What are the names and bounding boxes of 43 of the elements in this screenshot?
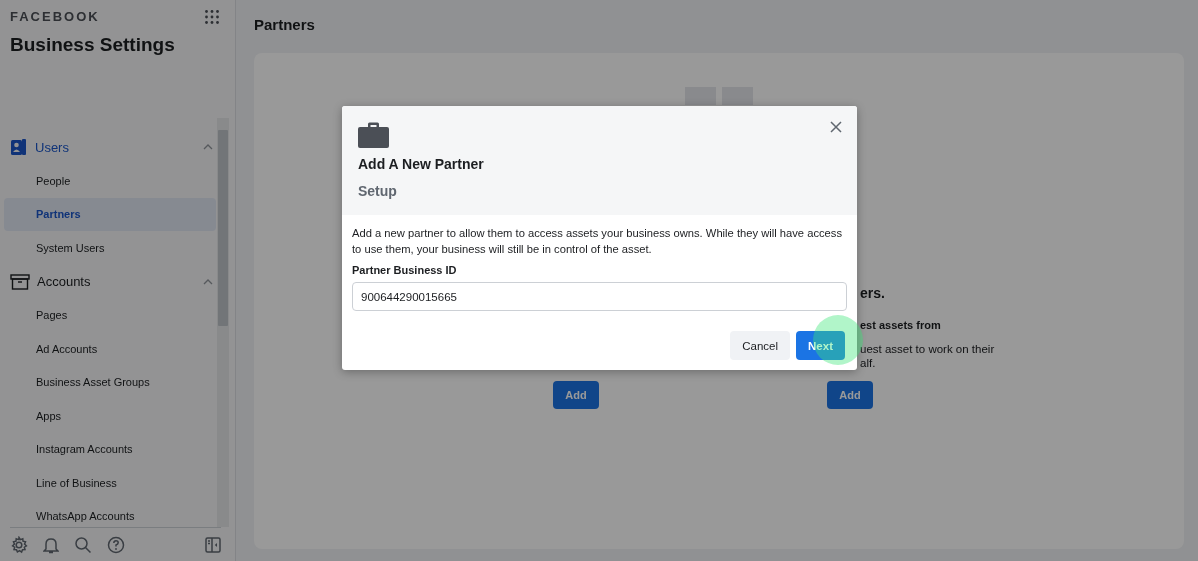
app-title: Business Settings — [10, 34, 176, 56]
nav-item[interactable]: Instagram Accounts — [4, 432, 216, 466]
section-heading: ers. — [860, 285, 886, 301]
dialog-subtitle: Setup — [358, 183, 398, 199]
partner-id-field[interactable]: 900644290015665 — [352, 282, 847, 311]
chevron-up-icon[interactable] — [203, 144, 213, 150]
nav-section-header[interactable]: Users — [4, 130, 217, 164]
app-grid-icon[interactable] — [205, 9, 219, 24]
nav-item[interactable]: System Users — [4, 231, 216, 265]
nav-item[interactable]: Pages — [4, 298, 216, 332]
bell-icon[interactable] — [43, 535, 59, 554]
scrollbar-thumb[interactable] — [218, 130, 228, 326]
archive-box-icon — [10, 273, 30, 290]
panel-toggle-icon[interactable] — [205, 536, 221, 553]
nav-item[interactable]: WhatsApp Accounts — [4, 499, 216, 527]
section-subheading: est assets from — [860, 319, 942, 331]
add-button[interactable]: Add — [827, 381, 873, 409]
nav-item[interactable]: Ad Accounts — [4, 332, 216, 366]
nav-section-header[interactable]: Accounts — [4, 264, 217, 299]
description-text: alf. — [860, 357, 877, 369]
dialog-title: Add A New Partner — [358, 156, 485, 172]
chevron-up-icon[interactable] — [203, 278, 213, 285]
nav-item[interactable]: Line of Business — [4, 466, 216, 500]
description-text: uest asset to work on their — [860, 343, 996, 355]
brand-logo: FACEBOOK — [10, 9, 100, 24]
nav-item[interactable]: Apps — [4, 399, 216, 433]
briefcase-icon — [358, 122, 389, 148]
close-button[interactable] — [829, 120, 843, 134]
add-button[interactable]: Add — [553, 381, 599, 409]
settings-icon[interactable] — [10, 535, 28, 554]
nav-item[interactable]: Business Asset Groups — [4, 365, 216, 399]
people-icon — [10, 138, 28, 156]
search-icon[interactable] — [74, 535, 92, 554]
nav-item[interactable]: Partners — [4, 197, 216, 231]
scrollbar[interactable] — [217, 118, 229, 527]
nav-item[interactable]: People — [4, 164, 216, 198]
page-title: Partners — [254, 16, 316, 35]
placeholder-tile — [722, 87, 753, 105]
cancel-button[interactable]: Cancel — [730, 331, 791, 360]
placeholder-tile — [685, 87, 716, 105]
help-icon[interactable] — [107, 535, 125, 554]
field-label: Partner Business ID — [352, 264, 458, 276]
dialog-description: Add a new partner to allow them to access assets your business owns. While they will have access to use them, your business will still be in control of the asset. — [352, 226, 843, 257]
